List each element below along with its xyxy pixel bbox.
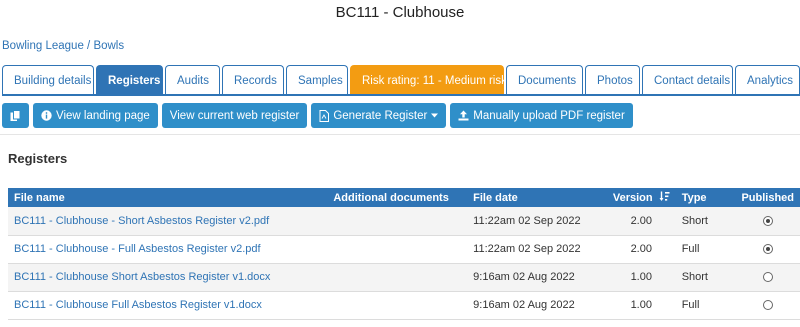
- file-link[interactable]: BC111 - Clubhouse Short Asbestos Registe…: [14, 271, 270, 283]
- info-circle-icon: [41, 110, 52, 121]
- version-cell: 2.00: [606, 235, 676, 264]
- type-cell: Full: [675, 235, 736, 264]
- registers-table: File name Additional documents File date…: [8, 188, 800, 320]
- additional-documents-cell: [327, 207, 468, 236]
- sort-descending-icon[interactable]: [659, 191, 670, 205]
- header-published[interactable]: Published: [735, 188, 800, 207]
- tab-samples[interactable]: Samples: [286, 65, 348, 95]
- tab-building-details[interactable]: Building details: [2, 65, 94, 95]
- toolbar-divider: [0, 134, 800, 135]
- view-landing-page-button[interactable]: View landing page: [33, 103, 158, 128]
- table-row: BC111 - Clubhouse - Full Asbestos Regist…: [8, 235, 800, 264]
- tab-photos[interactable]: Photos: [585, 65, 640, 95]
- tab-registers[interactable]: Registers: [96, 65, 163, 95]
- table-header-row: File name Additional documents File date…: [8, 188, 800, 207]
- published-radio[interactable]: [762, 215, 773, 226]
- table-row: BC111 - Clubhouse Full Asbestos Register…: [8, 291, 800, 320]
- breadcrumb: Bowling League / Bowls: [2, 40, 124, 52]
- version-cell: 2.00: [606, 207, 676, 236]
- header-version-label: Version: [612, 191, 653, 204]
- table-row: BC111 - Clubhouse - Short Asbestos Regis…: [8, 207, 800, 236]
- view-web-register-label: View current web register: [169, 109, 300, 122]
- header-file-name[interactable]: File name: [8, 188, 327, 207]
- header-file-date[interactable]: File date: [467, 188, 607, 207]
- version-cell: 1.00: [606, 263, 676, 292]
- toolbar: View landing page View current web regis…: [2, 103, 633, 128]
- file-link[interactable]: BC111 - Clubhouse - Full Asbestos Regist…: [14, 243, 261, 255]
- copy-button[interactable]: [2, 103, 29, 128]
- pdf-file-icon: [319, 109, 330, 122]
- manual-upload-button[interactable]: Manually upload PDF register: [450, 103, 633, 128]
- header-version[interactable]: Version: [607, 188, 676, 207]
- manual-upload-label: Manually upload PDF register: [473, 109, 625, 122]
- copy-icon: [10, 109, 21, 122]
- upload-icon: [458, 110, 469, 121]
- type-cell: Short: [675, 263, 736, 292]
- breadcrumb-item-league[interactable]: Bowling League: [2, 40, 84, 52]
- caret-down-icon: [431, 113, 439, 118]
- generate-register-button[interactable]: Generate Register: [311, 103, 447, 128]
- breadcrumb-item-bowls[interactable]: Bowls: [93, 40, 124, 52]
- type-cell: Short: [675, 207, 736, 236]
- tab-documents[interactable]: Documents: [506, 65, 583, 95]
- type-cell: Full: [675, 291, 736, 320]
- header-additional-documents[interactable]: Additional documents: [327, 188, 467, 207]
- page-title: BC111 - Clubhouse: [335, 4, 465, 21]
- section-title: Registers: [8, 151, 68, 166]
- table-row: BC111 - Clubhouse Short Asbestos Registe…: [8, 263, 800, 292]
- breadcrumb-separator: /: [83, 40, 94, 52]
- tab-analytics[interactable]: Analytics: [735, 65, 800, 95]
- tab-records[interactable]: Records: [222, 65, 284, 95]
- file-link[interactable]: BC111 - Clubhouse Full Asbestos Register…: [14, 299, 262, 311]
- tab-bar: Building details Registers Audits Record…: [2, 65, 800, 95]
- file-date-cell: 9:16am 02 Aug 2022: [467, 291, 607, 320]
- tab-risk-rating[interactable]: Risk rating: 11 - Medium risk: [350, 65, 507, 95]
- generate-register-label: Generate Register: [333, 109, 428, 122]
- file-date-cell: 11:22am 02 Sep 2022: [467, 207, 607, 236]
- tab-audits[interactable]: Audits: [165, 65, 220, 95]
- version-cell: 1.00: [606, 291, 676, 320]
- file-date-cell: 9:16am 02 Aug 2022: [467, 263, 607, 292]
- tabs-underline: [2, 94, 800, 96]
- additional-documents-cell: [327, 235, 468, 264]
- published-radio[interactable]: [762, 244, 773, 255]
- file-link[interactable]: BC111 - Clubhouse - Short Asbestos Regis…: [14, 215, 269, 227]
- published-radio[interactable]: [762, 300, 773, 311]
- additional-documents-cell: [327, 291, 468, 320]
- view-web-register-button[interactable]: View current web register: [161, 103, 308, 128]
- view-landing-page-label: View landing page: [56, 109, 150, 122]
- header-type[interactable]: Type: [676, 188, 736, 207]
- file-date-cell: 11:22am 02 Sep 2022: [467, 235, 607, 264]
- published-radio[interactable]: [762, 272, 773, 283]
- additional-documents-cell: [327, 263, 468, 292]
- tab-contact-details[interactable]: Contact details: [642, 65, 733, 95]
